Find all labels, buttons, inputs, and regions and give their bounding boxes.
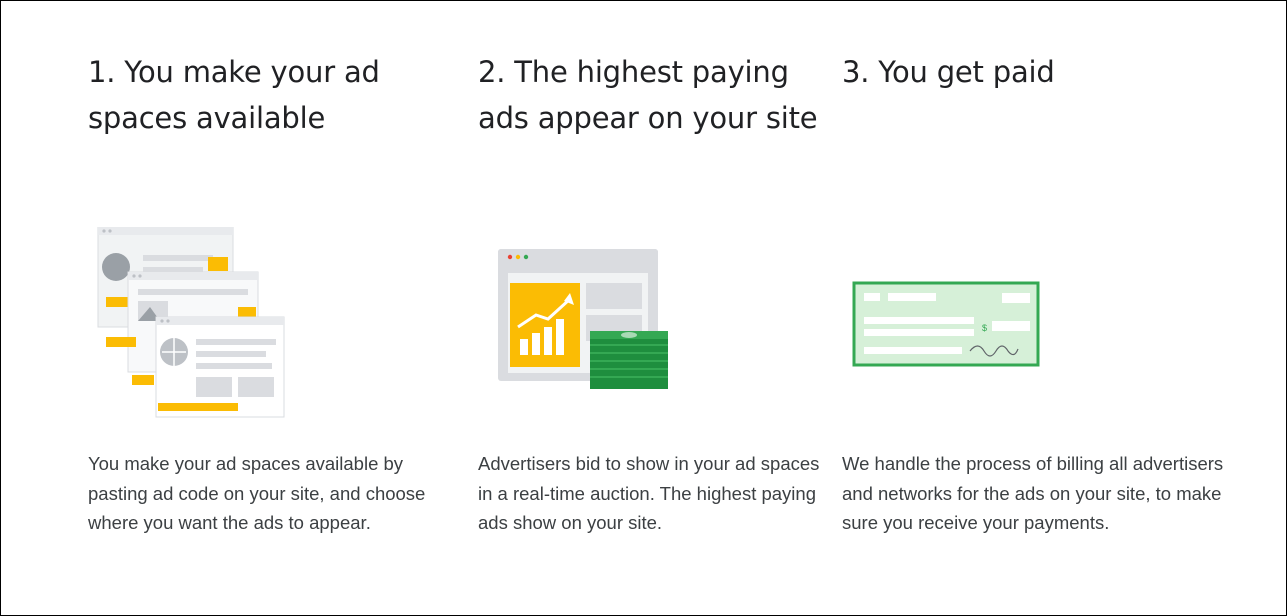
svg-text:$: $ — [982, 323, 987, 333]
page-frame: 1. You make your ad spaces available You… — [0, 0, 1287, 616]
step-3: 3. You get paid $ We handle the process … — [842, 49, 1223, 533]
browser-chart-money-icon — [478, 227, 678, 412]
step-1-title: 1. You make your ad spaces available — [88, 55, 380, 135]
step-1: 1. You make your ad spaces available You… — [88, 49, 448, 533]
step-1-description: You make your ad spaces available by pas… — [88, 453, 426, 533]
step-3-description: We handle the process of billing all adv… — [842, 453, 1224, 533]
step-2-description: Advertisers bid to show in your ad space… — [478, 453, 820, 533]
step-3-title: 3. You get paid — [842, 55, 1055, 89]
stacked-webpages-icon — [88, 226, 288, 432]
step-2-title: 2. The highest paying ads appear on your… — [478, 55, 818, 135]
check-payment-icon: $ — [842, 227, 1062, 412]
step-2: 2. The highest paying ads appear on your… — [478, 49, 838, 533]
